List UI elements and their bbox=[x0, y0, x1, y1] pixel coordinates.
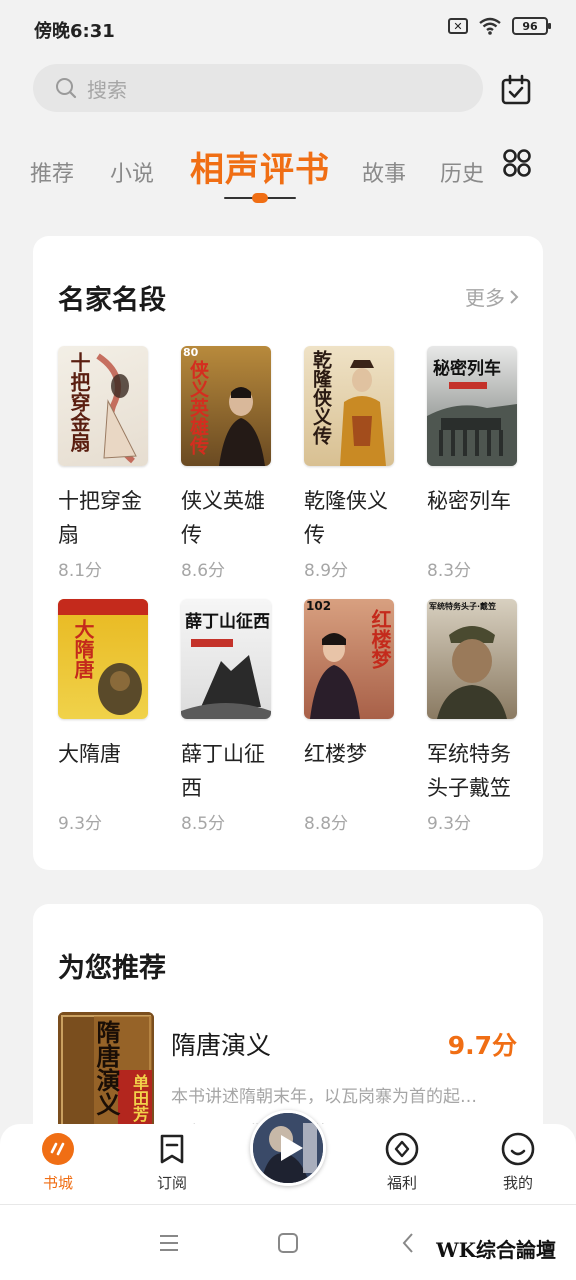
nav-subscribe[interactable]: 订阅 bbox=[132, 1132, 212, 1193]
book-cover: 乾隆侠义传 bbox=[304, 346, 394, 466]
status-icons: ✕ 96 bbox=[448, 17, 551, 35]
book-cover: 薛丁山征西 bbox=[181, 599, 271, 719]
tab-novel[interactable]: 小说 bbox=[110, 156, 154, 188]
category-grid-icon[interactable] bbox=[502, 148, 532, 178]
book-cover: 102 红楼梦 bbox=[304, 599, 394, 719]
bookstore-icon bbox=[42, 1133, 74, 1165]
recommend-book-description: 本书讲述隋朝末年，以瓦岗寨为首的起… bbox=[171, 1087, 477, 1107]
recommend-book-score: 9.7分 bbox=[447, 1031, 517, 1060]
book-title: 侠义英雄传 bbox=[181, 489, 265, 547]
book-item[interactable]: 十把穿金扇 十把穿金扇 8.1分 bbox=[58, 346, 150, 581]
book-title: 大隋唐 bbox=[58, 742, 121, 766]
famous-section-card: 名家名段 更多 十把穿金扇 十把穿金扇 8.1分 80 侠义英雄传 侠义英雄传 … bbox=[33, 236, 543, 870]
book-score: 8.1分 bbox=[58, 561, 103, 581]
home-icon[interactable] bbox=[277, 1232, 299, 1254]
status-time: 傍晚6:31 bbox=[34, 21, 115, 42]
book-item[interactable]: 薛丁山征西 薛丁山征西 8.5分 bbox=[181, 599, 273, 834]
book-item[interactable]: 大隋唐 大隋唐 9.3分 bbox=[58, 599, 150, 834]
play-icon bbox=[281, 1135, 303, 1161]
battery-level: 96 bbox=[522, 19, 538, 33]
book-cover: 大隋唐 bbox=[58, 599, 148, 719]
book-score: 9.3分 bbox=[427, 814, 472, 834]
book-score: 8.8分 bbox=[304, 814, 349, 834]
book-item[interactable]: 军统特务头子·戴笠 军统特务头子戴笠 9.3分 bbox=[427, 599, 519, 834]
search-placeholder: 搜索 bbox=[87, 77, 127, 102]
more-link[interactable]: 更多 bbox=[465, 282, 519, 311]
book-item[interactable]: 102 红楼梦 红楼梦 8.8分 bbox=[304, 599, 396, 834]
nav-welfare[interactable]: 福利 bbox=[362, 1132, 442, 1193]
smile-icon bbox=[501, 1132, 535, 1166]
book-score: 9.3分 bbox=[58, 814, 103, 834]
more-label: 更多 bbox=[465, 286, 505, 310]
book-title: 秘密列车 bbox=[427, 489, 511, 513]
chevron-right-icon bbox=[510, 289, 519, 304]
book-score: 8.6分 bbox=[181, 561, 226, 581]
book-cover: 军统特务头子·戴笠 bbox=[427, 599, 517, 719]
book-score: 8.9分 bbox=[304, 561, 349, 581]
back-icon[interactable] bbox=[400, 1231, 416, 1255]
nav-label: 我的 bbox=[502, 1174, 533, 1192]
wifi-icon bbox=[478, 17, 502, 35]
tab-history[interactable]: 历史 bbox=[440, 156, 484, 188]
tab-story[interactable]: 故事 bbox=[362, 156, 406, 188]
tab-recommend[interactable]: 推荐 bbox=[30, 156, 74, 188]
recommend-book-cover[interactable]: 隋唐演义 单田芳 bbox=[58, 1012, 154, 1142]
book-title: 十把穿金扇 bbox=[58, 489, 142, 547]
recommend-book-title[interactable]: 隋唐演义 bbox=[171, 1026, 271, 1062]
status-bar: 傍晚6:31 ✕ 96 bbox=[0, 0, 576, 56]
menu-icon[interactable] bbox=[158, 1233, 180, 1253]
book-item[interactable]: 秘密列车 秘密列车 8.3分 bbox=[427, 346, 519, 581]
book-cover: 80 侠义英雄传 bbox=[181, 346, 271, 466]
search-icon bbox=[56, 78, 77, 99]
book-title: 红楼梦 bbox=[304, 742, 367, 766]
section-title: 名家名段 bbox=[58, 285, 166, 316]
nav-bookstore[interactable]: 书城 bbox=[18, 1132, 98, 1193]
book-score: 8.5分 bbox=[181, 814, 226, 834]
nav-mine[interactable]: 我的 bbox=[478, 1132, 558, 1193]
book-title: 军统特务头子戴笠 bbox=[427, 742, 511, 800]
nav-label: 订阅 bbox=[156, 1174, 187, 1192]
nav-label: 书城 bbox=[42, 1174, 73, 1192]
mini-player[interactable] bbox=[250, 1110, 326, 1186]
calendar-check-icon[interactable] bbox=[500, 74, 532, 106]
book-title: 乾隆侠义传 bbox=[304, 489, 388, 547]
tab-crosstalk-storytelling[interactable]: 相声评书 bbox=[190, 142, 330, 191]
book-cover: 十把穿金扇 bbox=[58, 346, 148, 466]
book-item[interactable]: 乾隆侠义传 乾隆侠义传 8.9分 bbox=[304, 346, 396, 581]
sim-off-icon: ✕ bbox=[448, 18, 468, 34]
bookmark-icon bbox=[160, 1134, 184, 1164]
section-title: 为您推荐 bbox=[58, 953, 166, 984]
book-item[interactable]: 80 侠义英雄传 侠义英雄传 8.6分 bbox=[181, 346, 273, 581]
nav-label: 福利 bbox=[386, 1174, 417, 1192]
tab-indicator bbox=[224, 193, 296, 203]
book-title: 薛丁山征西 bbox=[181, 742, 265, 800]
gift-diamond-icon bbox=[385, 1132, 419, 1166]
battery-icon: 96 bbox=[512, 17, 551, 35]
tab-history-clip: 历史 bbox=[440, 156, 488, 190]
book-cover: 秘密列车 bbox=[427, 346, 517, 466]
search-bar[interactable]: 搜索 bbox=[33, 64, 483, 112]
watermark-logo: WK综合論壇 bbox=[432, 1232, 560, 1265]
category-tabs: 推荐 小说 相声评书 故事 历史 bbox=[0, 136, 576, 206]
book-score: 8.3分 bbox=[427, 561, 472, 581]
